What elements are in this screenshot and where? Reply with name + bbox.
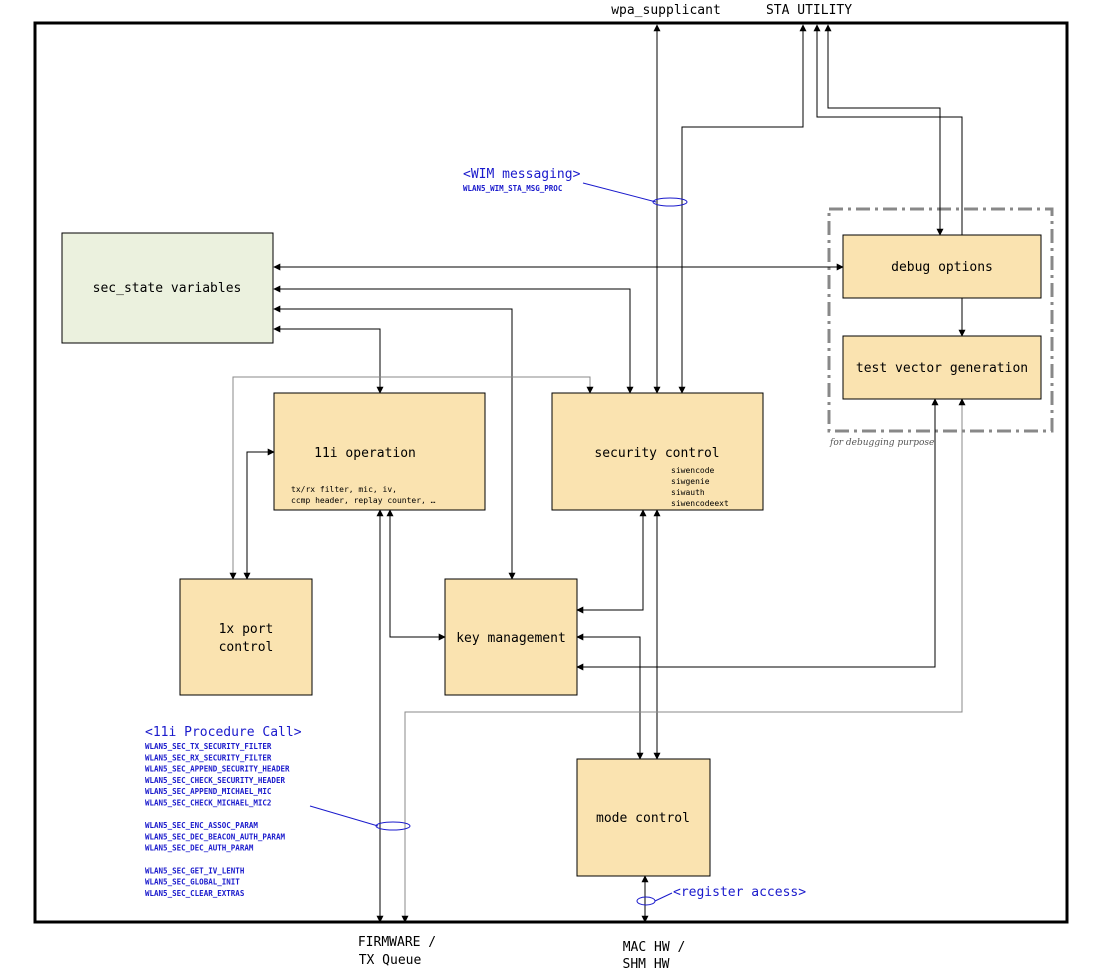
block-security-control[interactable]: security control siwencode siwgenie siwa… (551, 392, 764, 511)
firmware-label: FIRMWARE / (358, 935, 436, 950)
block-11i-operation[interactable]: 11i operation tx/rx filter, mic, iv, ccm… (273, 392, 486, 511)
procedure-call-list: WLAN5_SEC_TX_SECURITY_FILTER WLAN5_SEC_RX… (145, 742, 290, 898)
block-detail: ccmp header, replay counter, … (291, 496, 436, 505)
block-detail: tx/rx filter, mic, iv, (291, 485, 397, 494)
block-sec-state[interactable]: sec_state variables (61, 232, 274, 344)
diagram: sec_state variables debug options test v… (0, 0, 1096, 974)
procedure-call-item: WLAN5_SEC_CLEAR_EXTRAS (145, 889, 245, 898)
block-detail: siwauth (671, 488, 705, 497)
debug-group-label: for debugging purpose (829, 438, 934, 448)
block-label: control (219, 640, 274, 655)
procedure-call-item: WLAN5_SEC_DEC_AUTH_PARAM (145, 844, 254, 853)
block-detail: siwencodeext (671, 499, 729, 508)
mac-hw-label: MAC HW / (623, 940, 686, 955)
block-label: key management (456, 631, 566, 646)
wim-message-item: WLAN5_WIM_STA_MSG_PROC (463, 184, 562, 193)
block-key-management[interactable]: key management (444, 578, 578, 696)
procedure-call-item: WLAN5_SEC_CHECK_MICHAEL_MIC2 (145, 799, 271, 808)
procedure-call-item: WLAN5_SEC_ENC_ASSOC_PARAM (145, 821, 258, 830)
tx-queue-label: TX Queue (359, 953, 422, 968)
block-label: sec_state variables (93, 281, 242, 296)
procedure-call-item: WLAN5_SEC_CHECK_SECURITY_HEADER (145, 776, 285, 785)
wim-messaging-title: <WIM messaging> (463, 167, 581, 182)
block-detail: siwencode (671, 466, 715, 475)
procedure-call-item: WLAN5_SEC_RX_SECURITY_FILTER (145, 753, 272, 762)
block-label: 11i operation (314, 446, 416, 461)
block-label: test vector generation (856, 361, 1028, 376)
register-interface-marker (636, 896, 656, 906)
block-mode-control[interactable]: mode control (576, 758, 711, 877)
sta-utility-label: STA UTILITY (766, 3, 852, 18)
procedure-call-item: WLAN5_SEC_DEC_BEACON_AUTH_PARAM (145, 832, 285, 841)
architecture-diagram: sec_state variables debug options test v… (33, 3, 1069, 972)
block-label: 1x port (219, 622, 274, 637)
block-1x-port-control[interactable]: 1x port control (179, 578, 313, 696)
block-label: mode control (596, 811, 690, 826)
procedure-call-item: WLAN5_SEC_APPEND_MICHAEL_MIC (145, 787, 271, 796)
shm-hw-label: SHM HW (623, 957, 670, 972)
procedure-call-item: WLAN5_SEC_GLOBAL_INIT (145, 878, 240, 887)
block-label: debug options (891, 260, 993, 275)
wpa-supplicant-label: wpa_supplicant (611, 3, 721, 18)
register-access-label: <register access> (673, 885, 806, 900)
block-debug-options[interactable]: debug options (842, 234, 1042, 299)
block-detail: siwgenie (671, 477, 710, 486)
block-label: security control (594, 446, 719, 461)
block-test-vector[interactable]: test vector generation (842, 335, 1042, 400)
procedure-call-item: WLAN5_SEC_APPEND_SECURITY_HEADER (145, 765, 290, 774)
procedure-call-item: WLAN5_SEC_TX_SECURITY_FILTER (145, 742, 272, 751)
procedure-call-title: <11i Procedure Call> (145, 725, 302, 740)
procedure-call-item: WLAN5_SEC_GET_IV_LENTH (145, 866, 245, 875)
